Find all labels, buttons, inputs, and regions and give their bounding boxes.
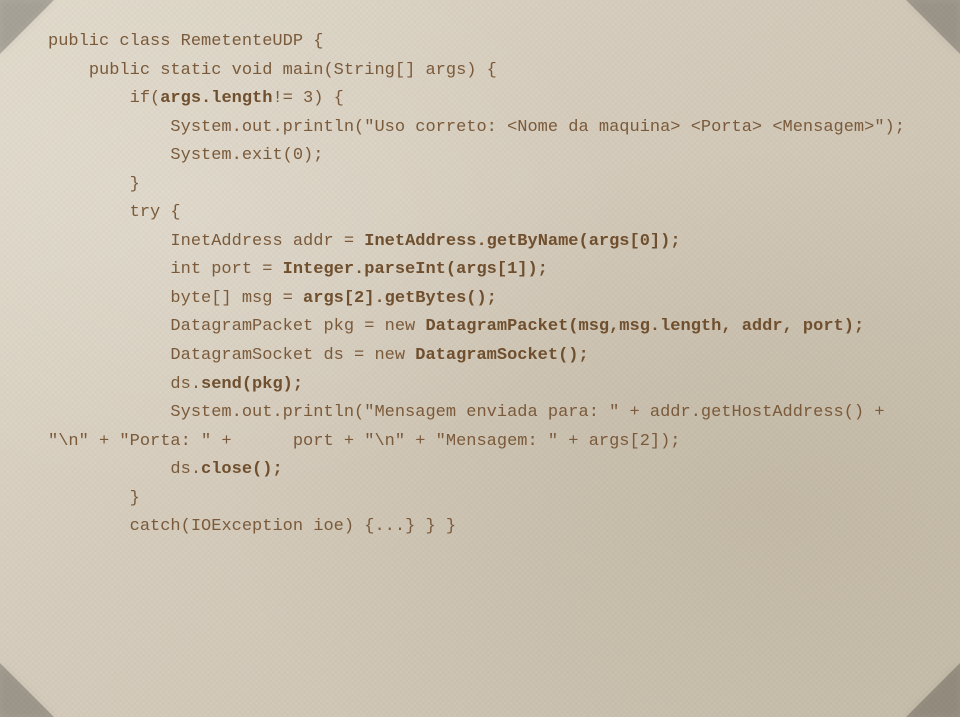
code-line: public static void main(String[] args) { — [48, 61, 497, 80]
code-line: System.exit(0); — [48, 146, 323, 165]
code-line: } — [48, 489, 140, 508]
code-line: public class RemetenteUDP { — [48, 32, 323, 51]
corner-bottom-right — [906, 663, 960, 717]
code-line: ds.send(pkg); — [48, 375, 303, 394]
corner-top-left — [0, 0, 54, 54]
code-line: DatagramSocket ds = new DatagramSocket()… — [48, 346, 589, 365]
code-line: int port = Integer.parseInt(args[1]); — [48, 260, 548, 279]
code-line: System.out.println("Uso correto: <Nome d… — [48, 118, 905, 137]
code-line: if(args.length!= 3) { — [48, 89, 344, 108]
code-line: InetAddress addr = InetAddress.getByName… — [48, 232, 681, 251]
code-line: byte[] msg = args[2].getBytes(); — [48, 289, 497, 308]
code-block: public class RemetenteUDP { public stati… — [48, 28, 920, 542]
code-line: System.out.println("Mensagem enviada par… — [48, 403, 895, 451]
corner-bottom-left — [0, 663, 54, 717]
code-line: DatagramPacket pkg = new DatagramPacket(… — [48, 317, 864, 336]
code-line: } — [48, 175, 140, 194]
code-line: ds.close(); — [48, 460, 283, 479]
code-line: try { — [48, 203, 181, 222]
code-line: catch(IOException ioe) {...} } } — [48, 517, 456, 536]
